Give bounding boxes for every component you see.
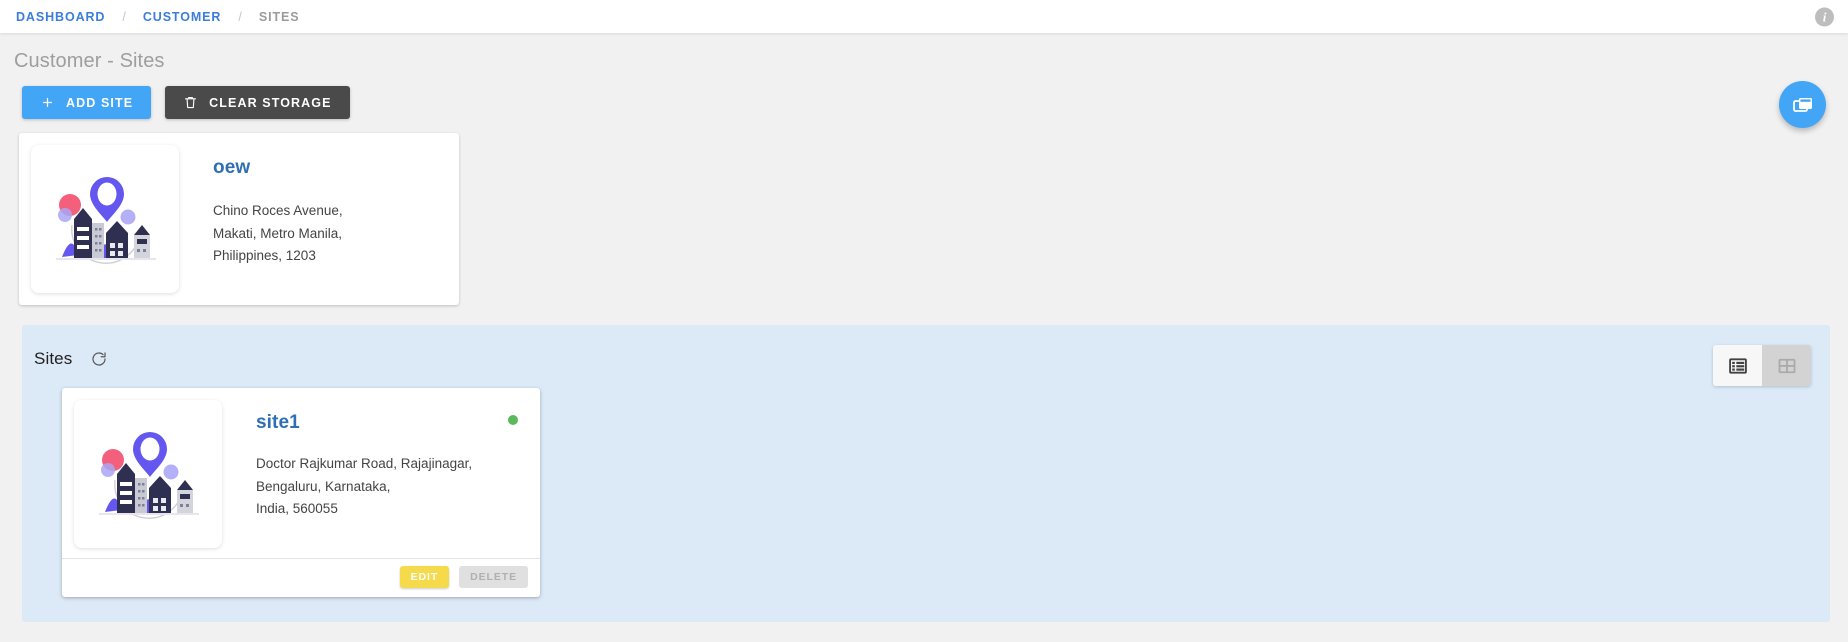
customer-thumbnail xyxy=(31,145,179,293)
site-card-content: site1 Doctor Rajkumar Road, Rajajinagar,… xyxy=(62,388,540,558)
add-site-label: ADD SITE xyxy=(66,95,134,110)
site-card-actions: EDIT DELETE xyxy=(62,558,540,597)
address-line: Philippines, 1203 xyxy=(213,248,316,263)
customer-card-body: oew Chino Roces Avenue, Makati, Metro Ma… xyxy=(185,145,343,293)
breadcrumb-item-customer[interactable]: CUSTOMER xyxy=(143,10,222,24)
site-card-body: site1 Doctor Rajkumar Road, Rajajinagar,… xyxy=(228,400,528,548)
address-line: Chino Roces Avenue, xyxy=(213,203,343,218)
customer-name[interactable]: oew xyxy=(213,157,343,179)
address-line: India, 560055 xyxy=(256,501,338,516)
sites-panel-header: Sites xyxy=(22,325,1830,370)
add-site-button[interactable]: ADD SITE xyxy=(22,86,152,119)
breadcrumb-item-dashboard[interactable]: DASHBOARD xyxy=(16,10,105,24)
site-address: Doctor Rajkumar Road, Rajajinagar, Benga… xyxy=(256,453,528,521)
trash-icon xyxy=(183,95,198,110)
customer-card[interactable]: oew Chino Roces Avenue, Makati, Metro Ma… xyxy=(19,133,459,305)
customer-address: Chino Roces Avenue, Makati, Metro Manila… xyxy=(213,200,343,268)
site-card[interactable]: site1 Doctor Rajkumar Road, Rajajinagar,… xyxy=(62,388,540,597)
city-location-illustration xyxy=(99,432,199,519)
breadcrumb-item-sites: SITES xyxy=(258,9,300,24)
action-toolbar: ADD SITE CLEAR STORAGE xyxy=(0,73,1848,119)
plus-icon xyxy=(40,95,55,110)
address-line: Doctor Rajkumar Road, Rajajinagar, xyxy=(256,456,473,471)
info-icon[interactable]: i xyxy=(1815,7,1834,26)
status-badge xyxy=(508,415,518,425)
grid-view-icon xyxy=(1778,358,1795,373)
breadcrumb-separator: / xyxy=(122,9,126,24)
refresh-icon[interactable] xyxy=(88,348,110,370)
site-thumbnail xyxy=(74,400,222,548)
sites-title: Sites xyxy=(34,349,73,368)
view-toggle-group xyxy=(1713,345,1811,386)
clear-storage-label: CLEAR STORAGE xyxy=(209,95,332,110)
sites-panel: Sites site1 Doctor Rajkumar Road, Rajaji… xyxy=(22,325,1830,622)
breadcrumb-bar: DASHBOARD / CUSTOMER / SITES i xyxy=(0,0,1848,33)
edit-button[interactable]: EDIT xyxy=(399,566,450,588)
delete-button: DELETE xyxy=(459,566,528,588)
window-cards-icon xyxy=(1792,97,1812,112)
page-title: Customer - Sites xyxy=(14,50,165,72)
city-location-illustration xyxy=(56,177,156,264)
site-name[interactable]: site1 xyxy=(256,412,528,434)
address-line: Bengaluru, Karnataka, xyxy=(256,478,391,494)
address-line: Makati, Metro Manila, xyxy=(213,225,343,241)
view-toggle-grid-button[interactable] xyxy=(1762,345,1811,386)
view-toggle-list-button[interactable] xyxy=(1713,345,1762,386)
breadcrumb-separator: / xyxy=(238,9,242,24)
clear-storage-button[interactable]: CLEAR STORAGE xyxy=(165,86,350,119)
cards-view-fab[interactable] xyxy=(1779,81,1826,128)
list-view-icon xyxy=(1728,357,1747,374)
